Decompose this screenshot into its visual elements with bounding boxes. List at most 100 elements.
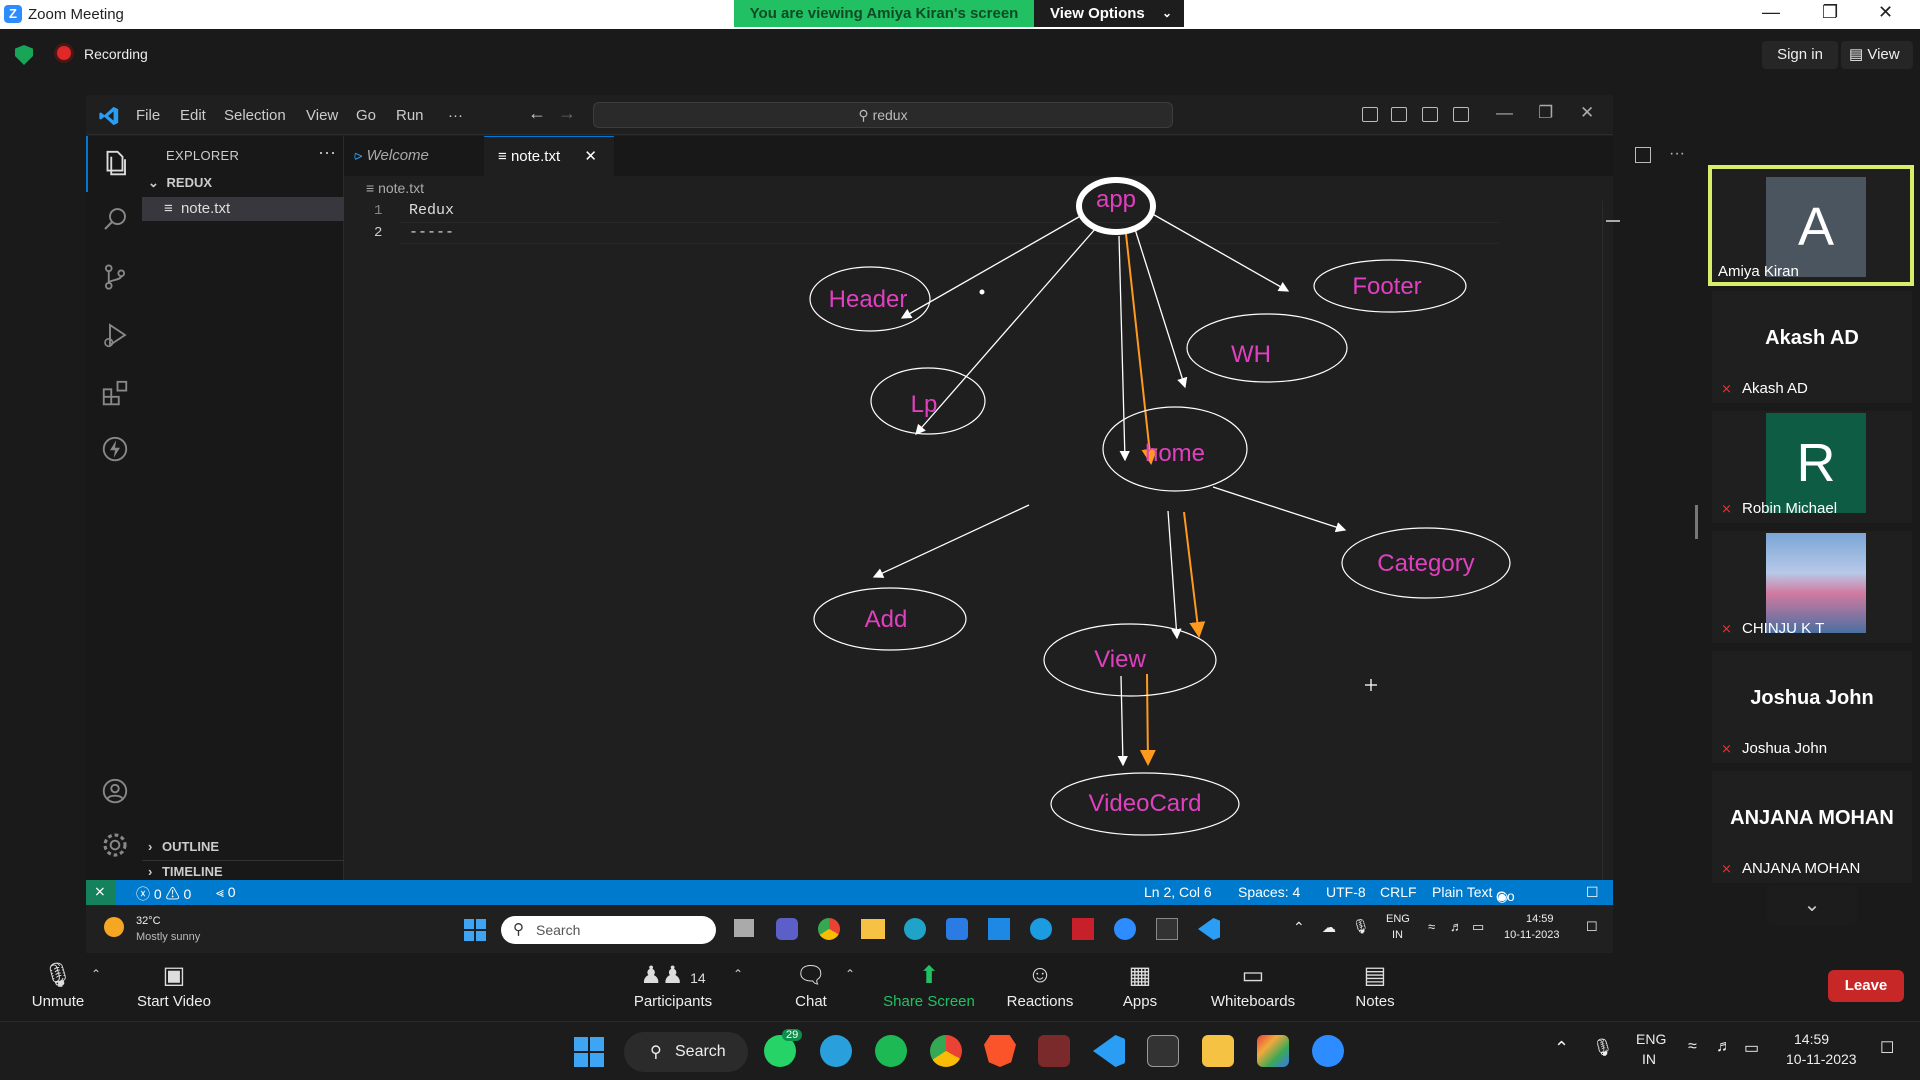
menu-view[interactable]: View (306, 107, 338, 124)
settings-gear-icon[interactable] (100, 830, 130, 860)
line-ending[interactable]: CRLF (1380, 884, 1417, 900)
clock-time[interactable]: 14:59 (1526, 913, 1554, 925)
zoom-icon[interactable] (1312, 1035, 1344, 1067)
menu-more[interactable]: ··· (448, 107, 463, 124)
folder-redux[interactable]: ⌄ REDUX (148, 175, 212, 191)
lang-in[interactable]: IN (1392, 929, 1403, 941)
git-icon[interactable] (1257, 1035, 1289, 1067)
split-editor-icon[interactable] (1635, 147, 1651, 163)
windows-start-icon[interactable] (574, 1037, 604, 1067)
toggle-panel-icon[interactable] (1391, 107, 1407, 122)
language-mode[interactable]: Plain Text (1432, 884, 1492, 900)
tab-welcome[interactable]: ⪧ Welcome (344, 136, 484, 176)
sign-in-button[interactable]: Sign in (1762, 41, 1838, 69)
notification-icon[interactable]: ☐ (1586, 919, 1598, 935)
menu-edit[interactable]: Edit (180, 107, 206, 124)
participant-tile[interactable]: ANJANA MOHAN ⨯ ANJANA MOHAN (1712, 771, 1912, 883)
battery-icon[interactable]: ▭ (1472, 919, 1484, 935)
battery-icon[interactable]: ▭ (1744, 1038, 1759, 1058)
vs-close-icon[interactable]: ✕ (1580, 103, 1594, 123)
participant-tile[interactable]: Akash AD ⨯ Akash AD (1712, 291, 1912, 403)
task-view-icon[interactable] (734, 919, 754, 937)
clock-date[interactable]: 10-11-2023 (1786, 1051, 1857, 1067)
game-icon[interactable] (1038, 1035, 1070, 1067)
close-icon[interactable]: ✕ (1878, 2, 1893, 23)
participant-tile[interactable]: ⨯ CHINJU K T (1712, 531, 1912, 643)
view-button[interactable]: ▤ View (1841, 41, 1913, 69)
file-item-note[interactable]: ≡ note.txt (142, 197, 344, 221)
notification-icon[interactable]: ☐ (1880, 1038, 1894, 1058)
store-icon[interactable] (946, 918, 968, 940)
lightning-icon[interactable] (100, 434, 130, 464)
microphone-icon[interactable]: 🎙 (1352, 918, 1370, 935)
editor-more-icon[interactable]: ··· (1669, 145, 1685, 163)
search-icon[interactable] (100, 204, 130, 234)
indentation[interactable]: Spaces: 4 (1238, 884, 1300, 900)
menu-go[interactable]: Go (356, 107, 376, 124)
whatsapp-icon[interactable]: 29 (764, 1029, 803, 1067)
vs-restore-icon[interactable]: ❐ (1538, 103, 1553, 123)
host-search-box[interactable]: ⚲ Search (624, 1032, 748, 1072)
volume-icon[interactable]: ♬ (1716, 1038, 1732, 1056)
teams-icon[interactable] (776, 918, 798, 940)
clock-time[interactable]: 14:59 (1794, 1031, 1829, 1047)
run-debug-icon[interactable] (100, 320, 130, 350)
taskbar-search-box[interactable]: ⚲ Search (501, 916, 716, 944)
brave-icon[interactable] (984, 1035, 1016, 1067)
windows-start-icon[interactable] (464, 919, 486, 941)
source-control-icon[interactable] (100, 262, 130, 292)
more-participants-button[interactable]: ⌄ (1767, 885, 1857, 925)
outline-section[interactable]: › OUTLINE (148, 839, 219, 854)
chrome-icon[interactable] (818, 918, 840, 940)
terminal-icon[interactable] (1147, 1035, 1179, 1067)
accounts-icon[interactable] (100, 776, 130, 806)
file-explorer-icon[interactable] (861, 919, 885, 939)
wifi-icon[interactable]: ≈ (1428, 919, 1435, 934)
vscode-taskbar-icon[interactable] (1198, 918, 1220, 940)
lang-eng[interactable]: ENG (1636, 1031, 1666, 1047)
chat-options-icon[interactable]: ⌃ (845, 967, 855, 981)
microphone-icon[interactable]: 🎙 (1592, 1038, 1614, 1058)
participant-tile-active[interactable]: A Amiya Kiran (1708, 165, 1914, 286)
terminal-icon[interactable] (1156, 918, 1178, 940)
back-arrow-icon[interactable]: ← (528, 103, 546, 124)
shield-icon[interactable] (15, 45, 33, 65)
mysql-icon[interactable] (988, 918, 1010, 940)
zoom-icon[interactable] (1114, 918, 1136, 940)
editor-area[interactable]: ≡ note.txt 1 Redux 2 ----- app Header Fo… (344, 176, 1620, 881)
onedrive-icon[interactable]: ☁ (1322, 919, 1336, 936)
menu-selection[interactable]: Selection (224, 107, 286, 124)
chat-button[interactable]: 🗨 Chat (790, 955, 832, 1019)
menu-run[interactable]: Run (396, 107, 424, 124)
edge-icon[interactable] (904, 918, 926, 940)
cursor-position[interactable]: Ln 2, Col 6 (1144, 884, 1212, 900)
forward-arrow-icon[interactable]: → (558, 103, 576, 124)
mcafee-icon[interactable] (1072, 918, 1094, 940)
menu-file[interactable]: File (136, 107, 160, 124)
toggle-secondary-sidebar-icon[interactable] (1422, 107, 1438, 122)
extensions-icon[interactable] (100, 378, 130, 408)
app-icon[interactable] (1030, 918, 1052, 940)
lang-eng[interactable]: ENG (1386, 913, 1410, 925)
clock-date[interactable]: 10-11-2023 (1504, 929, 1559, 941)
file-explorer-icon[interactable] (1202, 1035, 1234, 1067)
tab-note[interactable]: ≡ note.txt ✕ (484, 136, 614, 176)
wifi-icon[interactable]: ≈ (1688, 1038, 1697, 1056)
chevron-up-icon[interactable]: ⌃ (1293, 919, 1305, 936)
toggle-sidebar-icon[interactable] (1362, 107, 1378, 122)
notification-bell-icon[interactable]: ☐ (1586, 884, 1599, 901)
start-video-button[interactable]: ▣ Start Video (130, 955, 218, 1019)
whiteboards-button[interactable]: ▭ Whiteboards (1206, 955, 1300, 1019)
problems-status[interactable]: ⓧ 0 ⚠ 0 (136, 884, 191, 904)
volume-icon[interactable]: ♬ (1450, 919, 1463, 934)
weather-temp[interactable]: 32°C (136, 915, 161, 927)
telegram-icon[interactable] (820, 1035, 852, 1067)
leave-button[interactable]: Leave (1828, 970, 1904, 1002)
remote-icon[interactable]: ⨯ (86, 880, 116, 905)
vs-minimize-icon[interactable]: — (1496, 103, 1513, 123)
participants-button[interactable]: ♟♟ 14 Participants (626, 955, 720, 1019)
command-center-search[interactable]: ⚲ redux (593, 102, 1173, 128)
reactions-button[interactable]: ☺ Reactions (1004, 955, 1076, 1019)
share-screen-button[interactable]: ⬆ Share Screen (882, 955, 976, 1019)
notes-button[interactable]: ▤ Notes (1352, 955, 1398, 1019)
